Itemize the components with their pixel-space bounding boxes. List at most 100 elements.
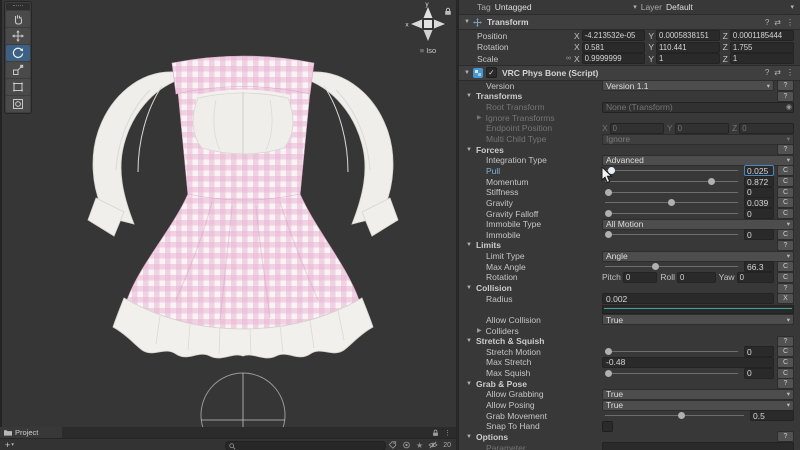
immobile-value-field[interactable]: 0 — [744, 229, 774, 240]
foldout-arrow-icon[interactable]: ▶ — [477, 114, 482, 121]
momentum-value-field[interactable]: 0.872 — [744, 176, 774, 187]
project-search-input[interactable] — [225, 441, 386, 450]
curve-button[interactable]: C — [777, 208, 794, 219]
curve-button[interactable]: C — [777, 165, 794, 176]
foldout-arrow-icon[interactable]: ▼ — [466, 434, 472, 440]
max-squish-slider[interactable] — [605, 373, 738, 374]
rotate-tool-button[interactable] — [6, 45, 30, 61]
stretch-motion-value-field[interactable]: 0 — [744, 346, 774, 357]
slider-handle[interactable] — [605, 210, 612, 217]
max-angle-value-field[interactable]: 66.3 — [744, 261, 774, 272]
foldout-arrow-icon[interactable]: ▼ — [466, 285, 472, 291]
hand-tool-button[interactable] — [6, 11, 30, 27]
grab-movement-value-field[interactable]: 0.5 — [750, 410, 794, 421]
gizmo-y-label[interactable]: y — [425, 2, 429, 8]
max-stretch-field[interactable]: -0.48 — [602, 357, 774, 368]
immobile-type-dropdown[interactable]: All Motion▾ — [602, 219, 794, 230]
rect-tool-button[interactable] — [6, 79, 30, 95]
vector-field[interactable]: 1.755 — [730, 42, 794, 53]
foldout-arrow-icon[interactable]: ▼ — [466, 93, 472, 99]
slider-handle[interactable] — [652, 263, 659, 270]
panel-menu-icon[interactable]: ⋮ — [444, 429, 451, 437]
slider-handle[interactable] — [605, 348, 612, 355]
help-button[interactable]: ? — [777, 144, 794, 155]
vector-field[interactable]: 0.0005838151 — [656, 30, 720, 41]
help-button[interactable]: ? — [777, 240, 794, 251]
slider-handle[interactable] — [678, 412, 685, 419]
foldout-arrow-icon[interactable]: ▼ — [464, 19, 470, 25]
tag-dropdown[interactable]: Untagged▾ — [495, 2, 637, 12]
slider-handle[interactable] — [605, 231, 612, 238]
component-enabled-checkbox[interactable]: ✓ — [486, 67, 497, 78]
presets-icon[interactable]: ⇄ — [774, 68, 781, 77]
immobile-slider[interactable] — [605, 234, 738, 235]
help-icon[interactable]: ? — [765, 18, 769, 27]
help-icon[interactable]: ? — [765, 68, 769, 77]
vector-field[interactable]: 0 — [739, 123, 794, 134]
gravity-falloff-slider[interactable] — [605, 213, 738, 214]
limit-type-dropdown[interactable]: Angle▾ — [602, 251, 794, 262]
foldout-arrow-icon[interactable]: ▼ — [466, 338, 472, 344]
curve-button[interactable]: C — [777, 187, 794, 198]
vector-field[interactable]: 0.0001185444 — [730, 30, 794, 41]
object-picker-icon[interactable]: ◉ — [786, 103, 792, 111]
physbone-component-header[interactable]: ▼ ✓ VRC Phys Bone (Script) ? ⇄ ⋮ — [459, 65, 800, 81]
link-scale-icon[interactable]: ∞ — [566, 55, 571, 62]
vector-field[interactable]: 1 — [730, 53, 794, 64]
transform-tool-button[interactable] — [6, 96, 30, 112]
add-asset-button[interactable]: +▾ — [5, 440, 14, 450]
transform-component-header[interactable]: ▼ Transform ? ⇄ ⋮ — [459, 14, 800, 30]
foldout-arrow-icon[interactable]: ▶ — [477, 327, 482, 334]
curve-button[interactable]: C — [777, 229, 794, 240]
move-tool-button[interactable] — [6, 28, 30, 44]
foldout-arrow-icon[interactable]: ▼ — [464, 70, 470, 76]
overlay-drag-handle[interactable] — [6, 3, 30, 10]
component-menu-icon[interactable]: ⋮ — [786, 18, 794, 27]
gizmo-x-label[interactable]: x — [405, 22, 409, 29]
vector-field[interactable]: 0.581 — [582, 42, 646, 53]
help-button[interactable]: ? — [777, 80, 794, 91]
curve-button[interactable]: C — [777, 272, 794, 283]
max-angle-slider[interactable] — [605, 266, 738, 267]
help-button[interactable]: ? — [777, 378, 794, 389]
help-button[interactable]: ? — [777, 336, 794, 347]
curve-button[interactable]: C — [777, 176, 794, 187]
help-button[interactable]: ? — [777, 283, 794, 294]
vector-field[interactable]: 0.9999999 — [582, 53, 646, 64]
curve-button[interactable]: C — [777, 197, 794, 208]
version-dropdown[interactable]: Version 1.1▾ — [602, 80, 774, 91]
gravity-value-field[interactable]: 0.039 — [744, 197, 774, 208]
pull-value-field[interactable]: 0.025 — [744, 165, 774, 176]
gravity-falloff-value-field[interactable]: 0 — [744, 208, 774, 219]
stretch-motion-slider[interactable] — [605, 351, 738, 352]
gravity-slider[interactable] — [605, 202, 738, 203]
projection-mode-toggle[interactable]: ≡Iso — [402, 46, 454, 55]
layer-dropdown[interactable]: Default▾ — [666, 2, 794, 12]
vector-field[interactable]: 0 — [610, 123, 664, 134]
curve-button[interactable]: C — [777, 368, 794, 379]
vector-field[interactable]: 1 — [656, 53, 720, 64]
scene-view[interactable]: y x ≡Iso — [0, 0, 456, 427]
tab-project[interactable]: Project — [0, 427, 62, 438]
slider-handle[interactable] — [708, 178, 715, 185]
max-squish-value-field[interactable]: 0 — [744, 368, 774, 379]
foldout-arrow-icon[interactable]: ▼ — [466, 381, 472, 387]
momentum-slider[interactable] — [605, 181, 738, 182]
allow-posing-dropdown[interactable]: True▾ — [602, 400, 794, 411]
vector-field[interactable]: -4.213532e-05 — [582, 30, 646, 41]
grab-movement-slider[interactable] — [605, 415, 744, 416]
curve-button[interactable]: C — [777, 261, 794, 272]
help-button[interactable]: ? — [777, 431, 794, 442]
slider-handle[interactable] — [605, 189, 612, 196]
foldout-arrow-icon[interactable]: ▼ — [466, 147, 472, 153]
scene-lock-icon[interactable] — [444, 3, 452, 21]
allow-grabbing-dropdown[interactable]: True▾ — [602, 389, 794, 400]
root-transform-object-field[interactable]: None (Transform)◉ — [602, 102, 794, 113]
vector-field[interactable]: 110.441 — [656, 42, 720, 53]
parameter-field[interactable] — [602, 442, 794, 450]
vector-field[interactable]: 0 — [677, 272, 716, 283]
hidden-items-eye-off-icon[interactable] — [428, 441, 438, 449]
pull-slider[interactable] — [605, 170, 738, 171]
help-button[interactable]: ? — [777, 91, 794, 102]
component-menu-icon[interactable]: ⋮ — [786, 68, 794, 77]
